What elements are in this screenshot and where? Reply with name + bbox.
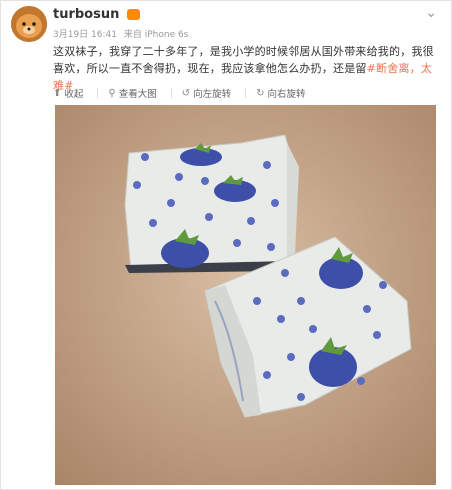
user-avatar[interactable]	[11, 6, 47, 42]
toolbar-divider	[170, 88, 172, 98]
view-large-label: 查看大图	[118, 89, 157, 100]
hashtag-link[interactable]: #断舍离	[367, 62, 410, 75]
rotate-right-icon: ↻	[256, 87, 265, 99]
post-photo[interactable]	[55, 105, 436, 485]
post-meta: 3月19日 16:41 来自 iPhone 6s	[53, 27, 192, 40]
post-text-tail: ，还是留	[321, 62, 367, 75]
magnifier-icon: ⚲	[108, 87, 116, 99]
rotate-left-label: 向左旋转	[193, 89, 232, 100]
socks-photo	[55, 105, 436, 485]
chevron-down-icon[interactable]: ⌄	[425, 5, 437, 21]
dog-avatar-image	[11, 6, 47, 42]
vip-badge-icon	[127, 9, 140, 20]
view-large-button[interactable]: ⚲ 查看大图	[108, 86, 157, 101]
collapse-label: 收起	[64, 89, 84, 100]
rotate-left-button[interactable]: ↺ 向左旋转	[181, 86, 232, 101]
arrow-up-icon: ⬆	[53, 87, 62, 99]
weibo-post-card: turbosun ⌄ 3月19日 16:41 来自 iPhone 6s 这双袜子…	[0, 0, 452, 490]
username[interactable]: turbosun	[53, 7, 119, 22]
post-date[interactable]: 3月19日 16:41	[53, 30, 117, 40]
post-source: 来自 iPhone 6s	[123, 30, 189, 40]
toolbar-divider	[97, 88, 99, 98]
sock-top	[124, 134, 299, 273]
rotate-right-button[interactable]: ↻ 向右旋转	[256, 86, 306, 101]
toolbar-divider	[245, 88, 247, 98]
hashtag-separator: ，	[409, 62, 421, 75]
image-toolbar: ⬆ 收起 ⚲ 查看大图 ↺ 向左旋转 ↻ 向右旋转	[53, 84, 436, 102]
rotate-right-label: 向右旋转	[267, 89, 306, 100]
rotate-left-icon: ↺	[181, 87, 191, 99]
collapse-button[interactable]: ⬆ 收起	[53, 86, 84, 101]
